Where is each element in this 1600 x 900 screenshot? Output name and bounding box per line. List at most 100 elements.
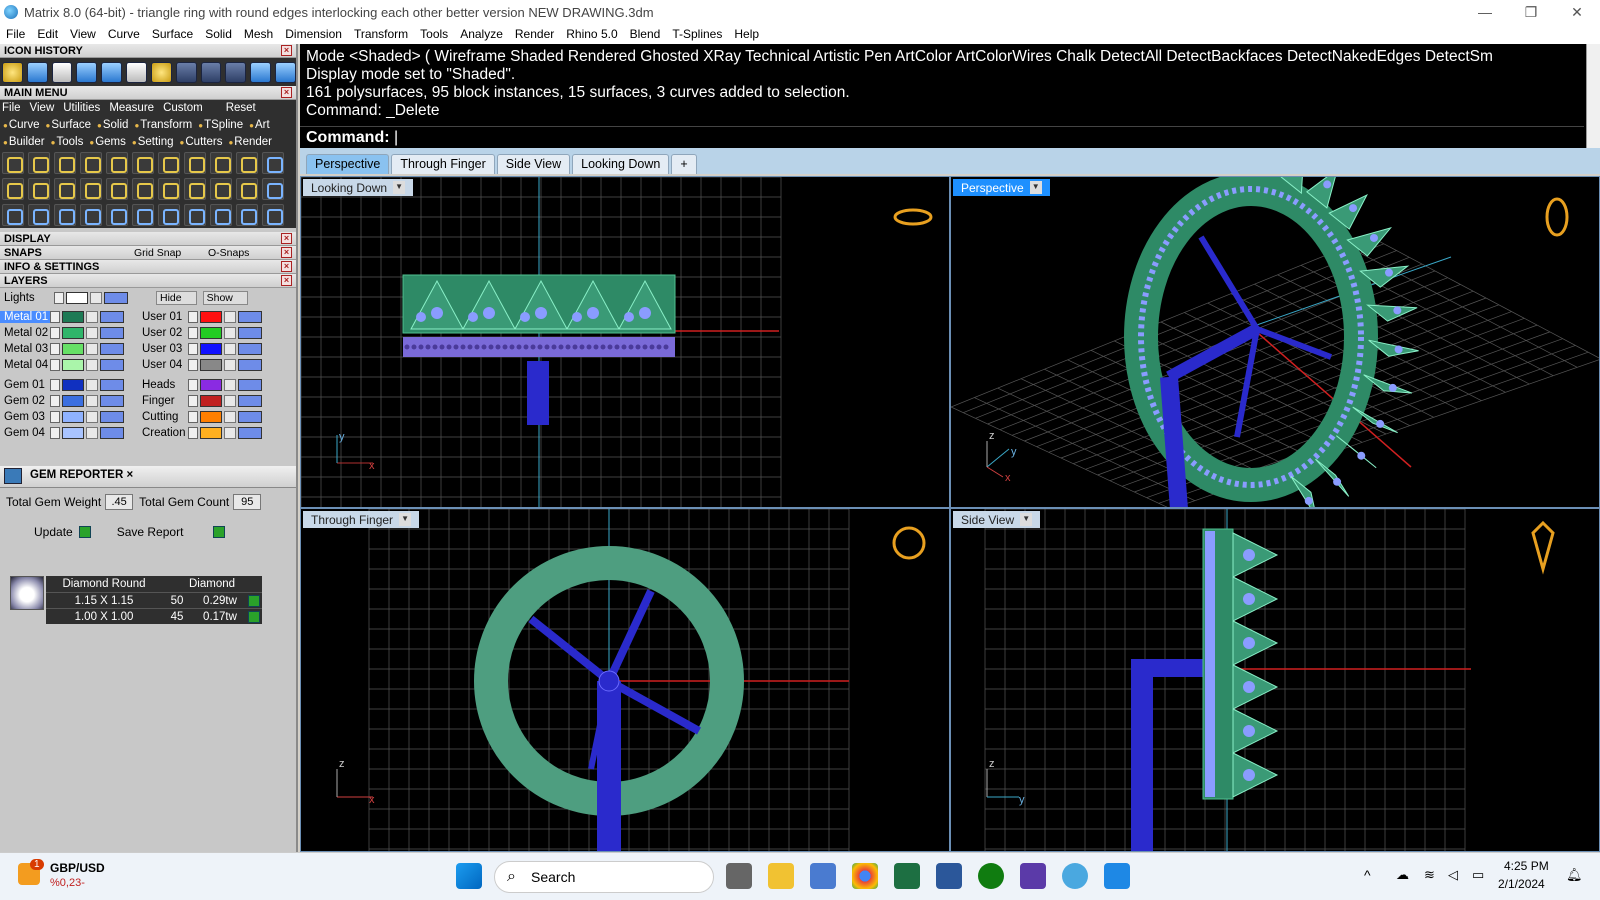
layer-color-swatch[interactable]	[200, 411, 222, 423]
layer-color-swatch[interactable]	[62, 395, 84, 407]
restore-button[interactable]: ❐	[1508, 0, 1554, 24]
curve-tool-icon[interactable]	[54, 152, 76, 174]
arc-tool-icon[interactable]	[158, 152, 180, 174]
category-art[interactable]: Art	[249, 119, 270, 131]
grid-snap-toggle[interactable]: Grid Snap	[134, 246, 181, 260]
viewport-side-view[interactable]: Side View ▼ z y	[950, 508, 1600, 852]
history-tool-icon[interactable]	[175, 61, 197, 83]
battery-icon[interactable]: ▭	[1472, 867, 1484, 883]
excel-icon[interactable]	[894, 863, 920, 889]
hide-button[interactable]: Hide	[156, 291, 197, 305]
visibility-toggle[interactable]	[100, 427, 124, 439]
history-tool-icon[interactable]	[2, 61, 23, 83]
layer-name[interactable]: User 02	[138, 327, 188, 339]
layer-color-swatch[interactable]	[62, 343, 84, 355]
layers-header[interactable]: LAYERS ×	[0, 274, 296, 288]
expand-icon[interactable]	[50, 427, 60, 439]
close-icon[interactable]: ×	[127, 469, 134, 481]
layer-color-swatch[interactable]	[62, 411, 84, 423]
visibility-toggle[interactable]	[238, 411, 262, 423]
display-header[interactable]: DISPLAY ×	[0, 232, 296, 246]
snaps-header[interactable]: SNAPS Grid Snap O-Snaps ×	[0, 246, 296, 260]
expand-icon[interactable]	[188, 359, 198, 371]
main-menu-utilities[interactable]: Utilities	[63, 102, 100, 114]
search-box[interactable]: ⌕ Search	[494, 861, 714, 893]
close-button[interactable]: ✕	[1554, 0, 1600, 24]
lock-icon[interactable]	[224, 395, 236, 407]
layer-color-swatch[interactable]	[62, 359, 84, 371]
layer-name[interactable]: User 04	[138, 359, 188, 371]
category-cutters[interactable]: Cutters	[180, 136, 222, 148]
tool-icon[interactable]	[132, 178, 154, 200]
osnaps-toggle[interactable]: O-Snaps	[208, 246, 249, 260]
lock-icon[interactable]	[224, 427, 236, 439]
category-builder[interactable]: Builder	[3, 136, 45, 148]
menu-edit[interactable]: Edit	[37, 27, 58, 41]
expand-icon[interactable]	[50, 359, 60, 371]
history-tool-icon[interactable]	[76, 61, 98, 83]
lock-icon[interactable]	[224, 311, 236, 323]
history-tool-icon[interactable]	[150, 61, 172, 83]
main-menu-header[interactable]: MAIN MENU ×	[0, 86, 296, 100]
close-icon[interactable]: ×	[281, 45, 292, 56]
menu-transform[interactable]: Transform	[354, 27, 408, 41]
update-play-icon[interactable]	[78, 526, 91, 538]
row-play-icon[interactable]	[248, 594, 260, 607]
dropdown-icon[interactable]: ▼	[1020, 513, 1033, 526]
notification-bell-icon[interactable]: 🔔︎	[1566, 867, 1583, 883]
category-render[interactable]: Render	[228, 136, 272, 148]
history-tool-icon[interactable]	[101, 61, 123, 83]
expand-icon[interactable]	[188, 379, 198, 391]
tool-icon[interactable]	[158, 204, 180, 226]
visibility-toggle[interactable]	[100, 359, 124, 371]
expand-icon[interactable]	[188, 395, 198, 407]
icon-history-header[interactable]: ICON HISTORY ×	[0, 44, 296, 58]
tool-icon[interactable]	[80, 178, 102, 200]
viewport-perspective[interactable]: Perspective ▼ z y x	[950, 176, 1600, 508]
layer-color-swatch[interactable]	[62, 427, 84, 439]
lock-icon[interactable]	[224, 411, 236, 423]
onedrive-icon[interactable]: ☁	[1396, 867, 1409, 883]
tool-icon[interactable]	[80, 204, 102, 226]
tool-icon[interactable]	[184, 204, 206, 226]
lock-icon[interactable]	[224, 343, 236, 355]
lock-icon[interactable]	[86, 411, 98, 423]
lock-icon[interactable]	[86, 395, 98, 407]
arrow-right-icon[interactable]	[275, 61, 296, 83]
category-tools[interactable]: Tools	[51, 136, 84, 148]
category-curve[interactable]: Curve	[3, 119, 40, 131]
lock-icon[interactable]	[86, 343, 98, 355]
layer-name[interactable]: Metal 04	[0, 359, 50, 371]
dropdown-icon[interactable]: ▼	[393, 181, 406, 194]
category-tspline[interactable]: TSpline	[198, 119, 243, 131]
expand-icon[interactable]	[50, 395, 60, 407]
expand-icon[interactable]	[188, 311, 198, 323]
menu-solid[interactable]: Solid	[205, 27, 232, 41]
visibility-toggle[interactable]	[104, 292, 128, 304]
lock-icon[interactable]	[86, 359, 98, 371]
layer-name[interactable]: Gem 02	[0, 395, 50, 407]
polyline-tool-icon[interactable]	[2, 152, 24, 174]
visibility-toggle[interactable]	[100, 311, 124, 323]
close-icon[interactable]: ×	[281, 247, 292, 258]
save-report-button[interactable]: Save Report	[117, 525, 184, 539]
menu-curve[interactable]: Curve	[108, 27, 140, 41]
tool-icon[interactable]	[210, 178, 232, 200]
menu-mesh[interactable]: Mesh	[244, 27, 273, 41]
layer-name[interactable]: User 03	[138, 343, 188, 355]
windows-start-icon[interactable]	[456, 863, 482, 889]
tool-icon[interactable]	[236, 204, 258, 226]
layer-name[interactable]: Metal 02	[0, 327, 50, 339]
layer-color-swatch[interactable]	[200, 343, 222, 355]
tab-perspective[interactable]: Perspective	[306, 154, 390, 174]
show-button[interactable]: Show	[202, 291, 248, 305]
new-file-icon[interactable]	[51, 61, 73, 83]
lock-icon[interactable]	[90, 292, 102, 304]
lights-color-swatch[interactable]	[66, 292, 88, 304]
wifi-icon[interactable]: ≋	[1424, 867, 1435, 883]
lock-icon[interactable]	[224, 327, 236, 339]
menu-help[interactable]: Help	[734, 27, 759, 41]
layer-name[interactable]: Heads	[138, 379, 188, 391]
tab-side-view[interactable]: Side View	[496, 154, 571, 174]
menu-dimension[interactable]: Dimension	[285, 27, 342, 41]
